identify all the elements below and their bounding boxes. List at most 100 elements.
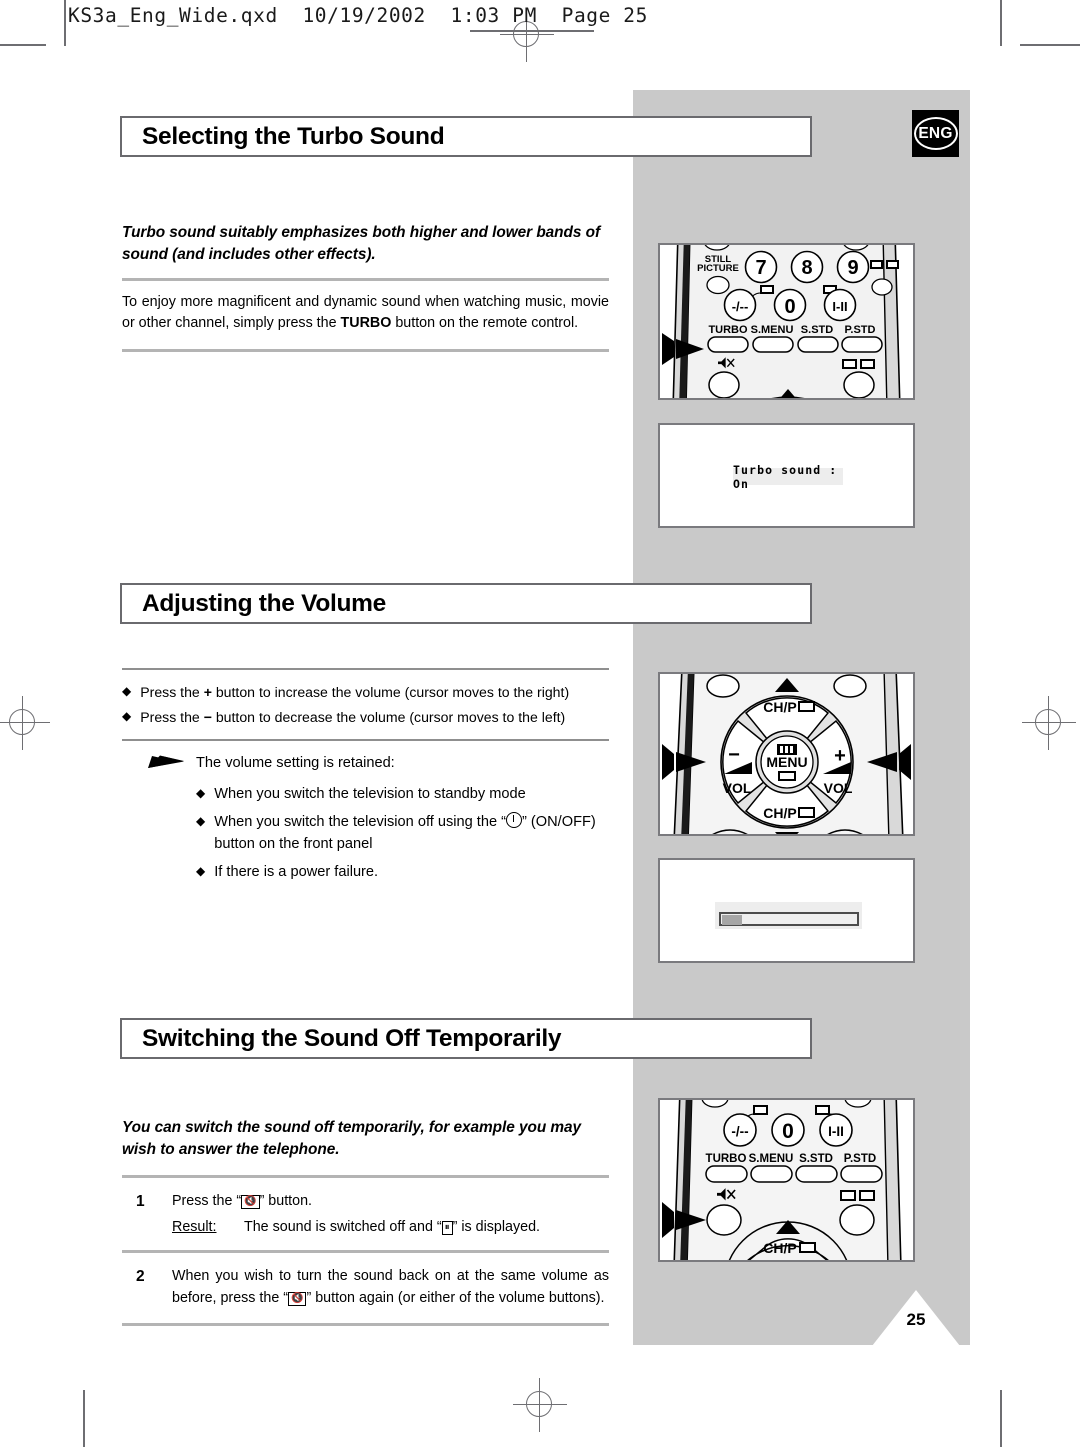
svg-text:TURBO: TURBO: [706, 1153, 747, 1165]
illustration-mute-remote: -/-- 0 I-II TURBO S.MENU S.STD P.STD CH/…: [658, 1098, 915, 1262]
bullet-suffix: button to increase the volume (cursor mo…: [211, 684, 570, 701]
section-title: Switching the Sound Off Temporarily: [142, 1024, 562, 1052]
plus-symbol: +: [203, 684, 212, 701]
section-title: Selecting the Turbo Sound: [142, 122, 445, 150]
illustration-turbo-remote: STILL PICTURE 7 8 9 -/-- 0 I-II TURBO S.…: [658, 243, 915, 400]
svg-text:MENU: MENU: [766, 754, 807, 770]
note-bullet-onoff: ◆ When you switch the television off usi…: [196, 811, 609, 856]
svg-text:7: 7: [755, 257, 766, 279]
divider-rule: [122, 1323, 609, 1327]
step-number: 2: [136, 1268, 145, 1286]
note-bullet-power-failure: ◆ If there is a power failure.: [196, 862, 609, 884]
page-number: 25: [906, 1310, 926, 1329]
step-1: 1 Press the “🔇” button. Result: The soun…: [122, 1190, 609, 1238]
diamond-bullet-icon: ◆: [196, 785, 206, 800]
crop-mark-bottom-left-vertical: [83, 1390, 85, 1447]
note-bullet-standby: ◆ When you switch the television to stan…: [196, 784, 609, 806]
language-badge: ENG: [912, 110, 959, 157]
crop-mark-top-right-vertical: [1000, 0, 1002, 46]
svg-text:0: 0: [782, 1120, 794, 1143]
mute-symbol-icon: 🔇: [288, 1292, 307, 1307]
registration-mark-left: [0, 696, 50, 750]
svg-text:CH/P: CH/P: [763, 1240, 796, 1256]
section-heading-sound-off: Switching the Sound Off Temporarily: [120, 1018, 812, 1059]
svg-text:P.STD: P.STD: [844, 1153, 876, 1165]
bullet-volume-increase: ◆ Press the + button to increase the vol…: [122, 682, 609, 703]
crop-mark-top-right-horizontal: [1020, 44, 1080, 46]
crop-mark-top-left-horizontal: [0, 44, 46, 46]
svg-text:+: +: [834, 745, 846, 767]
svg-text:-/--: -/--: [732, 299, 749, 314]
result-text-part-2: ” is displayed.: [452, 1218, 541, 1235]
svg-text:I-II: I-II: [828, 1124, 844, 1139]
section-3-text-column: You can switch the sound off temporarily…: [122, 1117, 609, 1327]
diamond-bullet-icon: ◆: [122, 708, 132, 723]
diamond-bullet-icon: ◆: [122, 684, 132, 699]
svg-text:8: 8: [801, 257, 812, 279]
callout-arrow-vol-plus: [867, 744, 911, 780]
svg-text:I-II: I-II: [832, 299, 847, 314]
section-1-lead: Turbo sound suitably emphasizes both hig…: [122, 224, 601, 263]
illustration-volume-remote: MENU CH/P CH/P − VOL + VOL: [658, 672, 915, 836]
result-label: Result:: [172, 1218, 217, 1235]
svg-text:VOL: VOL: [824, 780, 853, 796]
volume-level-fill: [722, 915, 742, 925]
section-3-lead: You can switch the sound off temporarily…: [122, 1119, 582, 1158]
mute-symbol-icon: 🔇: [241, 1194, 260, 1209]
callout-arrow-mute: [662, 1202, 706, 1238]
divider-rule: [122, 277, 609, 281]
svg-text:PICTURE: PICTURE: [697, 263, 739, 274]
arrow-pointer-icon: [146, 753, 192, 778]
illustration-turbo-osd: Turbo sound : On: [658, 423, 915, 528]
section-1-text-column: Turbo sound suitably emphasizes both hig…: [122, 222, 609, 363]
svg-text:-/--: -/--: [731, 1124, 748, 1139]
svg-text:0: 0: [784, 296, 795, 318]
step-text-part-2: ” button.: [259, 1192, 313, 1209]
bullet-text: When you switch the television off using…: [214, 811, 609, 856]
step-1-instruction: Press the “🔇” button.: [172, 1190, 609, 1212]
note-sub-bullets: ◆ When you switch the television to stan…: [146, 784, 609, 884]
svg-text:−: −: [728, 744, 740, 766]
bullet-suffix: button to decrease the volume (cursor mo…: [211, 708, 566, 725]
document-file-header: KS3a_Eng_Wide.qxd 10/19/2002 1:03 PM Pag…: [68, 4, 648, 27]
section-heading-turbo-sound: Selecting the Turbo Sound: [120, 116, 812, 157]
svg-text:S.STD: S.STD: [799, 1153, 833, 1165]
crop-mark-bottom-right-vertical: [1000, 1390, 1002, 1447]
divider-rule: [122, 668, 609, 671]
bullet-prefix: Press the: [140, 684, 204, 701]
step-number: 1: [136, 1192, 145, 1210]
section-1-body-bold-turbo: TURBO: [340, 315, 392, 332]
bullet-text: Press the − button to decrease the volum…: [140, 707, 609, 728]
divider-rule: [122, 738, 609, 742]
note-heading-row: The volume setting is retained:: [146, 753, 609, 778]
bullet-text: Press the + button to increase the volum…: [140, 682, 609, 703]
section-1-body-part-2: button on the remote control.: [391, 315, 579, 332]
crop-mark-top-left-vertical: [64, 0, 66, 46]
divider-rule: [122, 349, 609, 353]
registration-mark-right: [1022, 696, 1076, 750]
mute-display-icon: ⏸: [441, 1220, 453, 1235]
bullet-text: When you switch the television to standb…: [214, 785, 526, 802]
callout-arrow-vol-minus: [662, 744, 706, 780]
callout-arrow-turbo: [662, 333, 704, 365]
divider-rule: [122, 1250, 609, 1254]
bullet-text-part-1: When you switch the television off using…: [214, 813, 506, 830]
step-text-part-1: Press the “: [172, 1192, 242, 1209]
turbo-remote-svg: STILL PICTURE 7 8 9 -/-- 0 I-II TURBO S.…: [672, 245, 901, 398]
svg-text:S.STD: S.STD: [801, 324, 833, 336]
svg-text:S.MENU: S.MENU: [751, 324, 794, 336]
note-block-volume-retained: The volume setting is retained: ◆ When y…: [122, 753, 609, 883]
svg-text:VOL: VOL: [723, 780, 752, 796]
step-2: 2 When you wish to turn the sound back o…: [122, 1265, 609, 1309]
step-content: Press the “🔇” button. Result: The sound …: [172, 1190, 609, 1238]
language-badge-label: ENG: [913, 117, 958, 150]
illustration-volume-osd: [658, 858, 915, 963]
registration-mark-bottom: [513, 1378, 567, 1432]
bullet-text: If there is a power failure.: [214, 863, 379, 880]
svg-text:CH/P: CH/P: [763, 805, 796, 821]
section-2-text-column: ◆ Press the + button to increase the vol…: [122, 668, 609, 890]
note-heading-text: The volume setting is retained:: [196, 755, 395, 772]
volume-level-bar: [719, 912, 859, 926]
section-title: Adjusting the Volume: [142, 589, 386, 617]
section-1-body: To enjoy more magnificent and dynamic so…: [122, 292, 609, 335]
